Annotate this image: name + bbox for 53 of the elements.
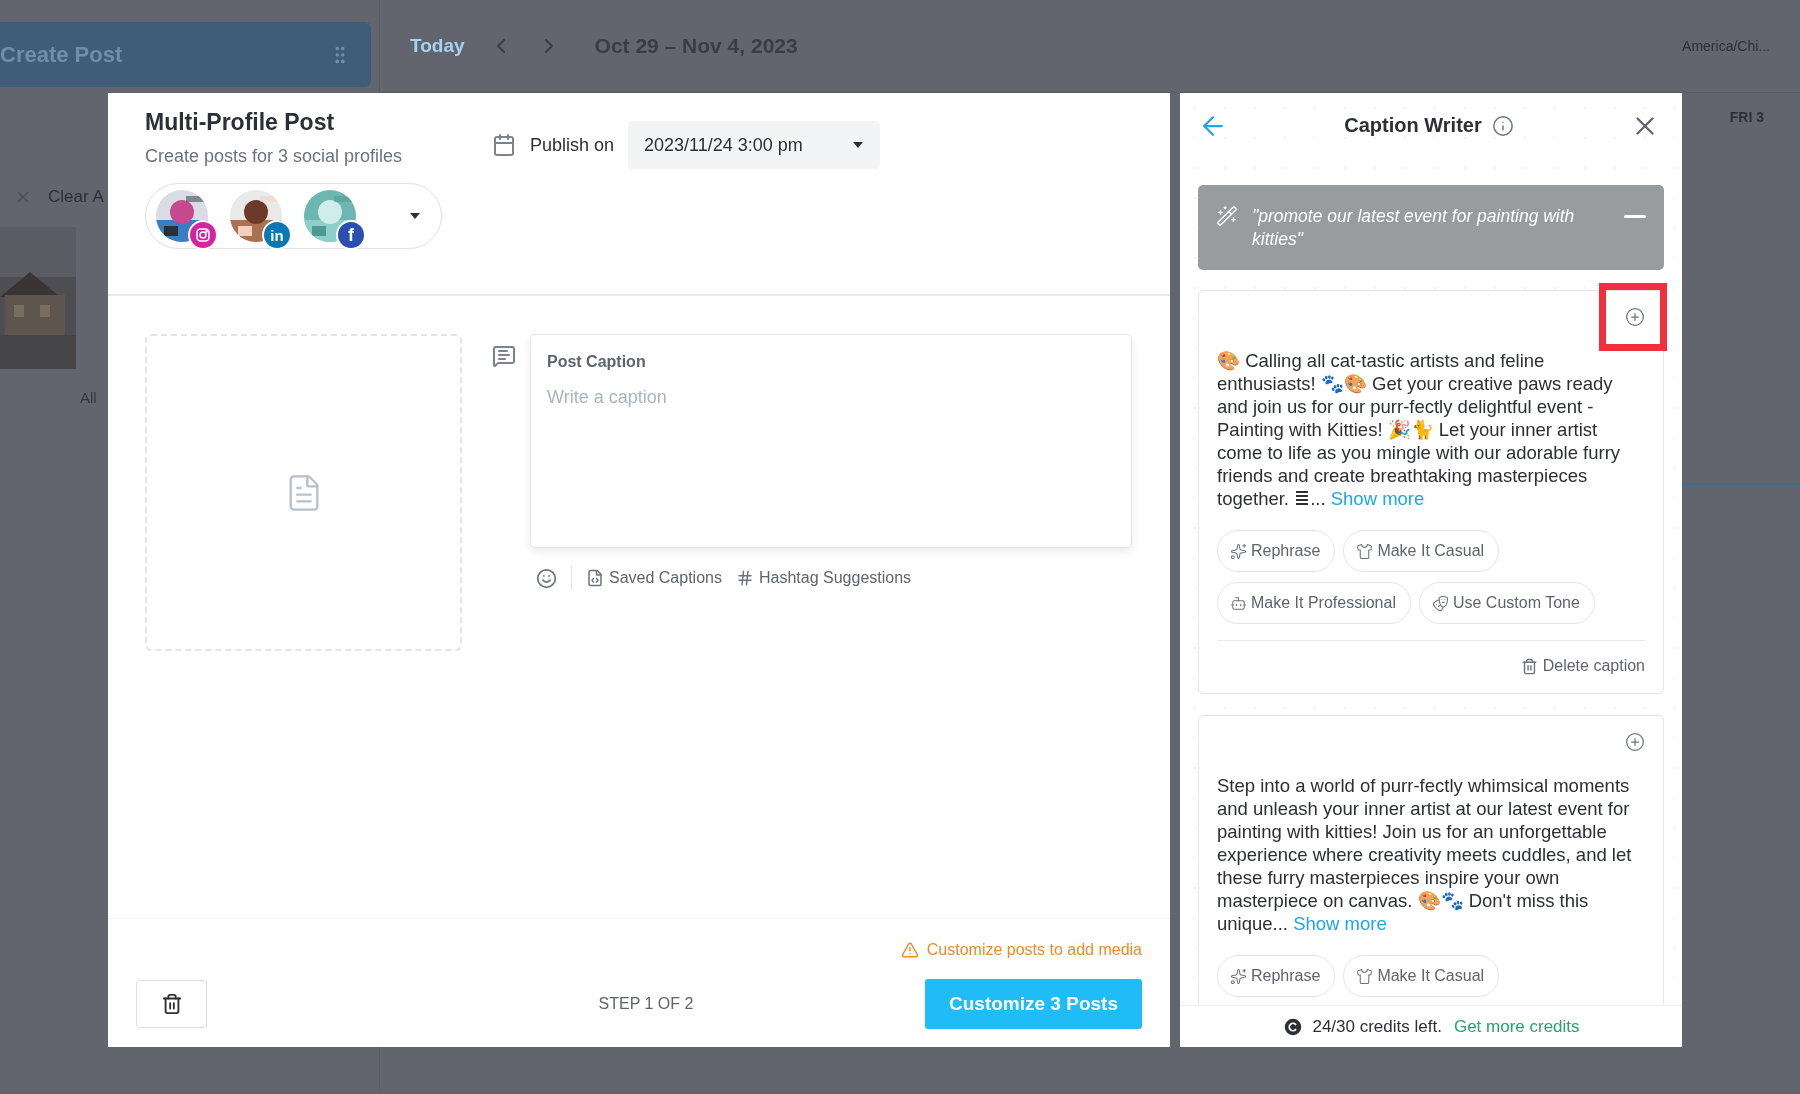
delete-caption-button[interactable]: Delete caption	[1520, 657, 1645, 675]
document-icon	[586, 569, 604, 587]
add-button[interactable]	[1625, 307, 1645, 327]
date-dropdown[interactable]: 2023/11/24 3:00 pm	[628, 121, 881, 169]
custom-button[interactable]: Use Custom Tone	[1418, 582, 1595, 624]
caption-label: Post Caption	[547, 353, 647, 371]
dialog-title: Multi-Profile Post	[145, 109, 336, 136]
hashtag-suggestions-button[interactable]: Hashtag Suggestions	[735, 569, 912, 587]
warning-icon	[900, 941, 919, 959]
emoji-button[interactable]	[536, 567, 557, 589]
today-button[interactable]: Today	[410, 35, 465, 57]
credits-text: 24/30 credits left.	[1312, 1016, 1442, 1037]
publish-label: Publish on	[530, 134, 615, 156]
add-icon	[1625, 732, 1645, 752]
credits-icon	[1282, 1015, 1305, 1038]
rephrase-button[interactable]: Rephrase	[1217, 530, 1336, 572]
caption-icon	[492, 344, 516, 368]
caption-field[interactable]: Post Caption Write a caption	[530, 334, 1132, 548]
add-button[interactable]	[1625, 732, 1645, 752]
casual-button[interactable]: Make It Casual	[1343, 955, 1500, 997]
warning-text: Customize posts to add media	[926, 941, 1142, 959]
caption-text: 🎨 Calling all cat-tastic artists and feline enthusiasts! 🐾🎨 Get your creative paws ready and join us for our purr-fectly delightful event - Painting with Kitties! 🎉🐈 Let your inner artist come to life as you mingle with our adorable furry friends and create breathtaking masterpieces together. ≣... Show more	[1217, 349, 1622, 510]
professional-button[interactable]: Make It Professional	[1217, 582, 1411, 624]
smiley-icon	[536, 567, 557, 589]
sparkles-icon	[1230, 542, 1247, 560]
caret-icon	[409, 212, 421, 220]
trash-icon	[1520, 657, 1538, 675]
get-credits-link[interactable]: Get more credits	[1453, 1016, 1580, 1037]
casual-button[interactable]: Make It Casual	[1343, 530, 1500, 572]
delete-button[interactable]	[136, 980, 207, 1028]
trash-icon	[160, 993, 183, 1015]
magic-wand-icon	[1216, 205, 1238, 227]
saved-captions-button[interactable]: Saved Captions	[586, 569, 722, 587]
instagram-icon	[188, 220, 218, 250]
prompt-text: "promote our latest event for painting with kitties"	[1252, 205, 1576, 251]
hashtag-icon	[735, 569, 754, 587]
step-indicator: STEP 1 OF 2	[598, 995, 694, 1013]
facebook-badge: f	[336, 220, 366, 250]
minus-icon	[1624, 215, 1646, 218]
robot-icon	[1230, 594, 1247, 612]
masks-icon	[1431, 594, 1449, 612]
shirt-icon	[1356, 542, 1374, 560]
rephrase-button[interactable]: Rephrase	[1217, 955, 1336, 997]
dialog-subtitle: Create posts for 3 social profiles	[145, 146, 404, 167]
caret-icon	[852, 141, 865, 149]
add-icon	[1625, 307, 1645, 327]
panel-title: Caption Writer	[1344, 114, 1482, 137]
caption-text: Step into a world of purr-fectly whimsical moments and unleash your inner artist at our latest event for painting with kitties! Join us for an unforgettable experience where creativity meets cuddles, and let these furry masterpieces inspire your own masterpiece on canvas. 🎨🐾 Don't miss this unique... Show more	[1217, 774, 1633, 935]
sparkles-icon	[1230, 967, 1247, 985]
linkedin-badge: in	[262, 220, 292, 250]
info-icon[interactable]	[1491, 114, 1514, 137]
calendar-icon	[492, 133, 516, 157]
shirt-icon	[1356, 967, 1374, 985]
